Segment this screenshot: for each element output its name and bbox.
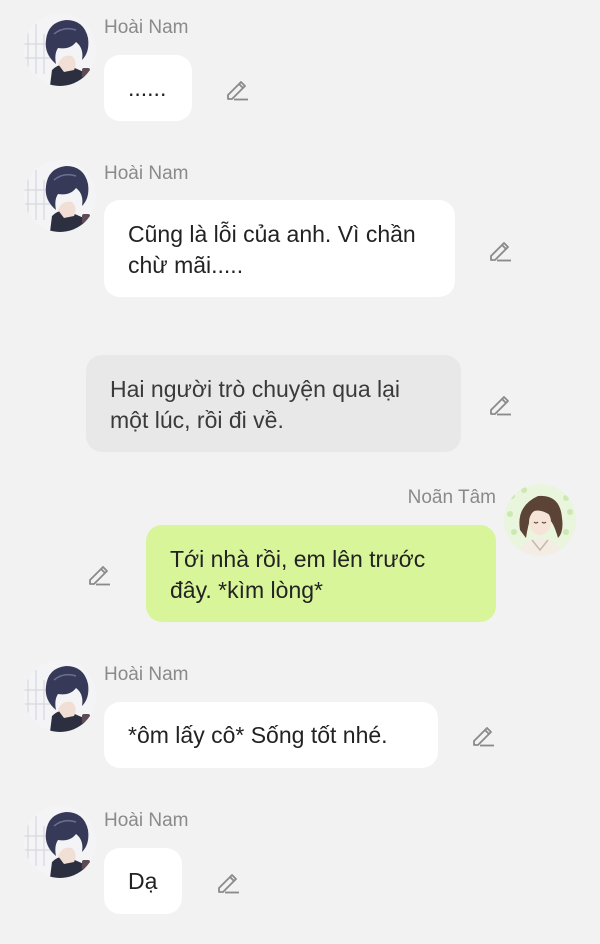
pencil-edit-icon[interactable] xyxy=(224,75,250,101)
pencil-edit-icon[interactable] xyxy=(470,721,496,747)
sender-name: Hoài Nam xyxy=(104,163,189,184)
avatar-hoai-nam-image xyxy=(24,660,96,732)
sender-name: Noãn Tâm xyxy=(407,487,496,508)
sender-name: Hoài Nam xyxy=(104,664,189,685)
avatar[interactable] xyxy=(24,14,96,86)
sender-name: Hoài Nam xyxy=(104,17,189,38)
avatar-hoai-nam-image xyxy=(24,14,96,86)
avatar[interactable] xyxy=(24,806,96,878)
message-bubble[interactable]: Tới nhà rồi, em lên trước đây. *kìm lòng… xyxy=(146,525,496,622)
avatar[interactable] xyxy=(504,484,576,556)
avatar[interactable] xyxy=(24,660,96,732)
avatar-hoai-nam-image xyxy=(24,806,96,878)
pencil-edit-icon[interactable] xyxy=(487,390,513,416)
message-bubble[interactable]: Dạ xyxy=(104,848,182,914)
message-bubble[interactable]: Cũng là lỗi của anh. Vì chần chừ mãi....… xyxy=(104,200,455,297)
sender-name: Hoài Nam xyxy=(104,810,189,831)
pencil-edit-icon[interactable] xyxy=(487,236,513,262)
message-bubble[interactable]: ...... xyxy=(104,55,192,121)
avatar-hoai-nam-image xyxy=(24,160,96,232)
avatar[interactable] xyxy=(24,160,96,232)
pencil-edit-icon[interactable] xyxy=(86,560,112,586)
pencil-edit-icon[interactable] xyxy=(215,868,241,894)
narration-bubble[interactable]: Hai người trò chuyện qua lại một lúc, rồ… xyxy=(86,355,461,452)
avatar-noan-tam-image xyxy=(504,484,576,556)
message-bubble[interactable]: *ôm lấy cô* Sống tốt nhé. xyxy=(104,702,438,768)
